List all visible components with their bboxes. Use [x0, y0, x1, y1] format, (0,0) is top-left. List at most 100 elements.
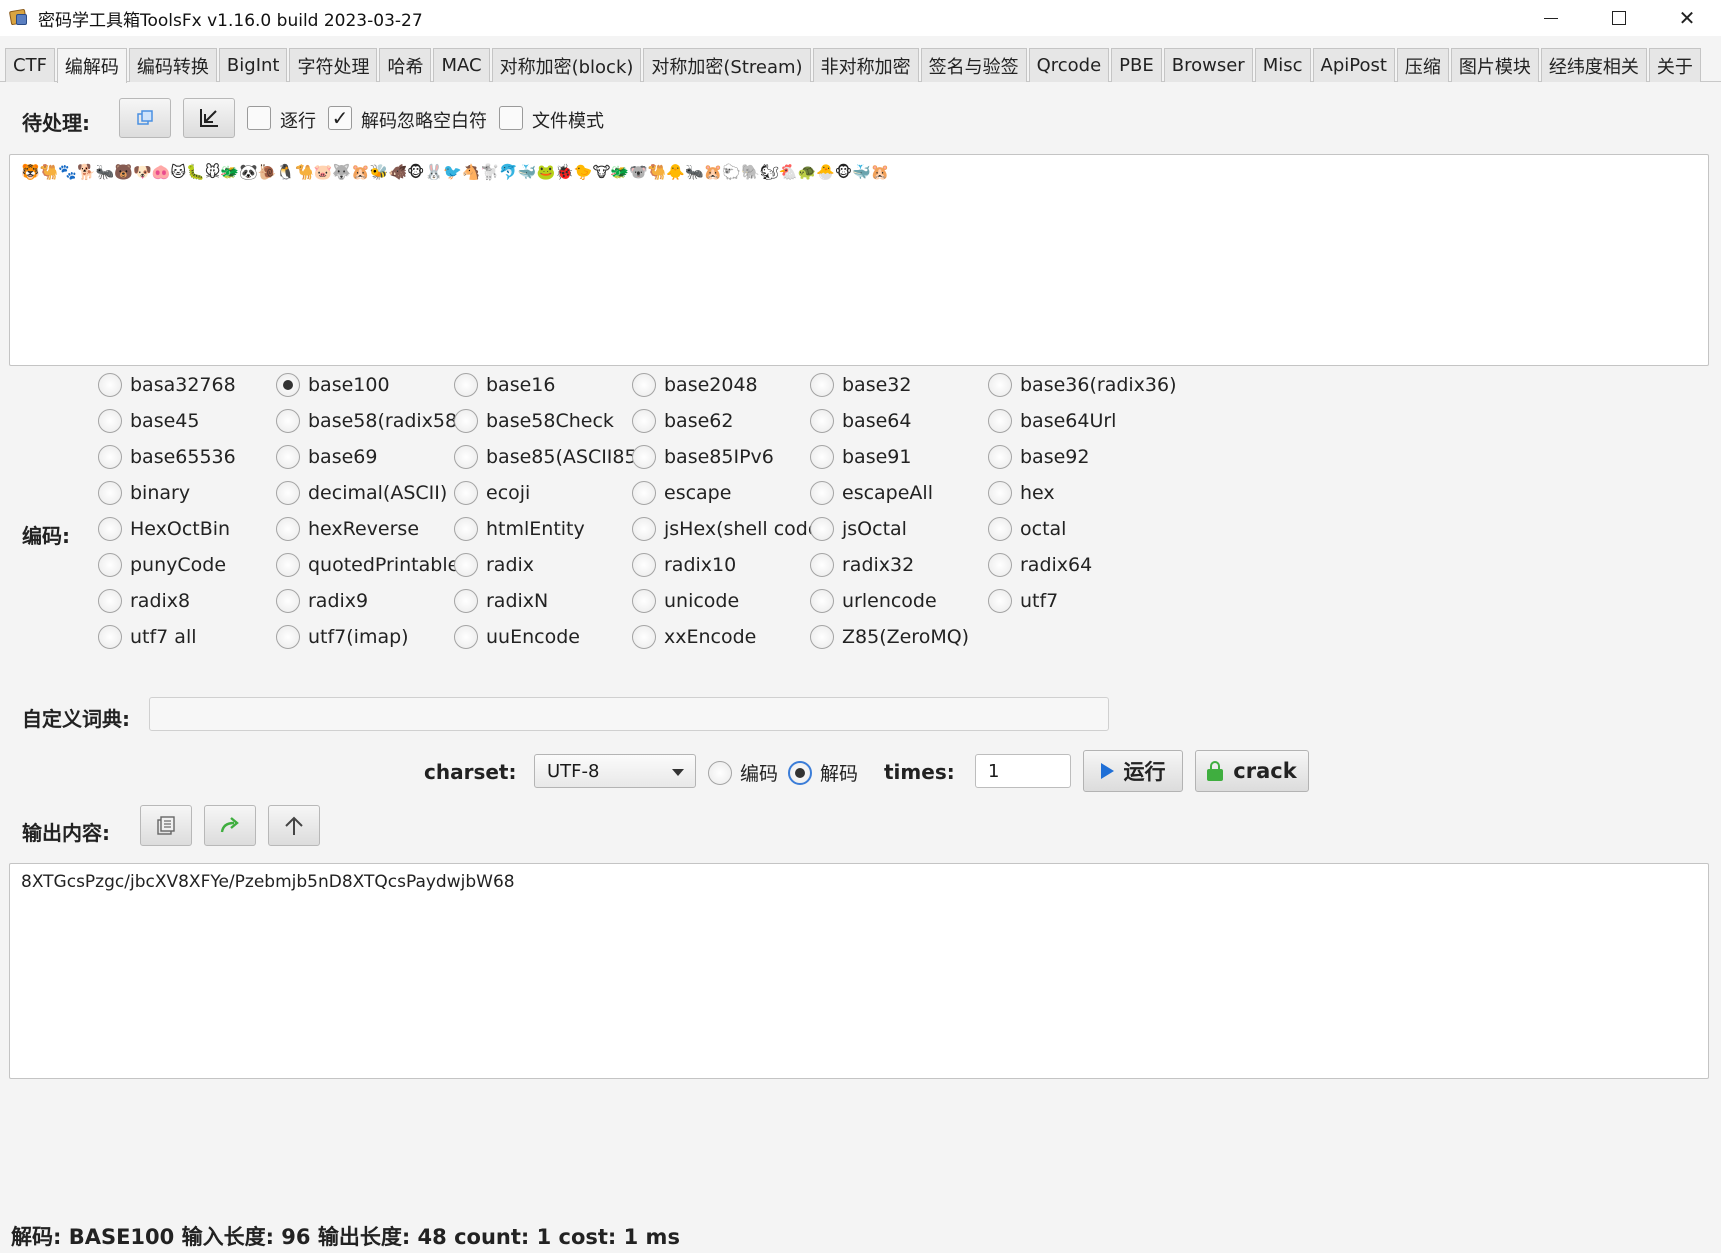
encoding-radio[interactable] — [810, 517, 834, 541]
encoding-option[interactable]: quotedPrintable — [276, 550, 459, 580]
encoding-radio[interactable] — [810, 409, 834, 433]
encoding-option[interactable]: base16 — [454, 370, 555, 400]
encoding-option[interactable]: xxEncode — [632, 622, 756, 652]
tab-16[interactable]: 压缩 — [1396, 48, 1449, 82]
encoding-option[interactable]: htmlEntity — [454, 514, 585, 544]
tab-10[interactable]: 签名与验签 — [920, 48, 1027, 82]
encoding-radio[interactable] — [454, 373, 478, 397]
encoding-radio[interactable] — [98, 445, 122, 469]
charset-select[interactable]: UTF-8 — [534, 754, 696, 788]
encoding-option[interactable]: decimal(ASCII) — [276, 478, 447, 508]
encoding-radio[interactable] — [632, 373, 656, 397]
encoding-option[interactable]: binary — [98, 478, 190, 508]
encoding-radio[interactable] — [98, 589, 122, 613]
encoding-radio[interactable] — [632, 481, 656, 505]
encoding-radio[interactable] — [98, 553, 122, 577]
encoding-option[interactable]: ecoji — [454, 478, 530, 508]
encoding-option[interactable]: hexReverse — [276, 514, 419, 544]
encoding-option[interactable]: base65536 — [98, 442, 236, 472]
mode-decode-radio[interactable] — [788, 760, 812, 785]
line-by-line-checkbox[interactable] — [247, 106, 271, 130]
encoding-option[interactable]: base36(radix36) — [988, 370, 1177, 400]
encoding-radio[interactable] — [276, 373, 300, 397]
encoding-radio[interactable] — [632, 625, 656, 649]
encoding-radio[interactable] — [276, 517, 300, 541]
tab-19[interactable]: 关于 — [1648, 48, 1701, 82]
encoding-radio[interactable] — [988, 373, 1012, 397]
encoding-option[interactable]: escape — [632, 478, 731, 508]
encoding-option[interactable]: urlencode — [810, 586, 937, 616]
encoding-option[interactable]: base45 — [98, 406, 199, 436]
encoding-option[interactable]: radix8 — [98, 586, 190, 616]
input-textarea[interactable]: 🐯🐫🐾🐕🐜🐻🐶🐽🐱🐛🐭🐲🐼🐌🐧🐪🐷🐺🐹🐝🐗🐵🐰🐦🐴🐩🐬🐳🐸🐞🐤🐮🐲🐨🐫🐥🐜🐹🐑🐘… — [9, 154, 1709, 366]
tab-0[interactable]: CTF — [5, 48, 55, 82]
encoding-option[interactable]: escapeAll — [810, 478, 933, 508]
encoding-option[interactable]: uuEncode — [454, 622, 580, 652]
encoding-option[interactable]: punyCode — [98, 550, 226, 580]
encoding-radio[interactable] — [632, 445, 656, 469]
encoding-option[interactable]: basa32768 — [98, 370, 236, 400]
run-button[interactable]: 运行 — [1083, 750, 1183, 792]
encoding-radio[interactable] — [276, 589, 300, 613]
tab-7[interactable]: 对称加密(block) — [491, 48, 642, 82]
tab-2[interactable]: 编码转换 — [128, 48, 217, 82]
encoding-option[interactable]: radixN — [454, 586, 548, 616]
encoding-radio[interactable] — [988, 553, 1012, 577]
encoding-radio[interactable] — [810, 481, 834, 505]
file-mode-checkbox[interactable] — [499, 106, 523, 130]
mode-encode-option[interactable]: 编码 — [708, 759, 778, 786]
tab-13[interactable]: Browser — [1163, 48, 1253, 82]
encoding-option[interactable]: base100 — [276, 370, 390, 400]
encoding-option[interactable]: radix64 — [988, 550, 1092, 580]
encoding-radio[interactable] — [454, 481, 478, 505]
encoding-option[interactable]: utf7 all — [98, 622, 197, 652]
tab-17[interactable]: 图片模块 — [1450, 48, 1539, 82]
encoding-option[interactable]: radix — [454, 550, 534, 580]
encoding-radio[interactable] — [454, 409, 478, 433]
tab-12[interactable]: PBE — [1111, 48, 1162, 82]
mode-decode-option[interactable]: 解码 — [788, 759, 858, 786]
encoding-option[interactable]: jsHex(shell code) — [632, 514, 827, 544]
tab-4[interactable]: 字符处理 — [289, 48, 378, 82]
forward-output-button[interactable] — [204, 805, 256, 846]
encoding-radio[interactable] — [276, 445, 300, 469]
encoding-radio[interactable] — [810, 373, 834, 397]
encoding-radio[interactable] — [276, 553, 300, 577]
tab-3[interactable]: BigInt — [218, 48, 288, 82]
encoding-option[interactable]: radix32 — [810, 550, 914, 580]
encoding-radio[interactable] — [454, 589, 478, 613]
move-up-button[interactable] — [268, 805, 320, 846]
output-textarea[interactable]: 8XTGcsPzgc/jbcXV8XFYe/Pzebmjb5nD8XTQcsPa… — [9, 863, 1709, 1079]
tab-6[interactable]: MAC — [433, 48, 490, 82]
encoding-radio[interactable] — [632, 589, 656, 613]
encoding-radio[interactable] — [810, 625, 834, 649]
encoding-option[interactable]: radix9 — [276, 586, 368, 616]
dictionary-input[interactable] — [149, 697, 1109, 731]
encoding-option[interactable]: base91 — [810, 442, 911, 472]
encoding-option[interactable]: base58Check — [454, 406, 614, 436]
encoding-radio[interactable] — [810, 553, 834, 577]
encoding-option[interactable]: base92 — [988, 442, 1089, 472]
encoding-option[interactable]: utf7 — [988, 586, 1058, 616]
encoding-option[interactable]: unicode — [632, 586, 739, 616]
encoding-radio[interactable] — [988, 517, 1012, 541]
encoding-option[interactable]: base85IPv6 — [632, 442, 774, 472]
tab-11[interactable]: Qrcode — [1028, 48, 1110, 82]
encoding-radio[interactable] — [454, 445, 478, 469]
encoding-option[interactable]: base64 — [810, 406, 911, 436]
encoding-option[interactable]: HexOctBin — [98, 514, 230, 544]
encoding-radio[interactable] — [98, 409, 122, 433]
tab-15[interactable]: ApiPost — [1312, 48, 1395, 82]
encoding-radio[interactable] — [632, 553, 656, 577]
encoding-radio[interactable] — [276, 625, 300, 649]
minimize-button[interactable] — [1517, 0, 1585, 36]
encoding-option[interactable]: hex — [988, 478, 1055, 508]
times-input[interactable]: 1 — [975, 754, 1071, 788]
tab-5[interactable]: 哈希 — [379, 48, 432, 82]
crack-button[interactable]: crack — [1195, 750, 1309, 792]
copy-output-button[interactable] — [140, 805, 192, 846]
encoding-option[interactable]: jsOctal — [810, 514, 907, 544]
encoding-radio[interactable] — [988, 445, 1012, 469]
encoding-option[interactable]: base32 — [810, 370, 911, 400]
encoding-radio[interactable] — [98, 373, 122, 397]
